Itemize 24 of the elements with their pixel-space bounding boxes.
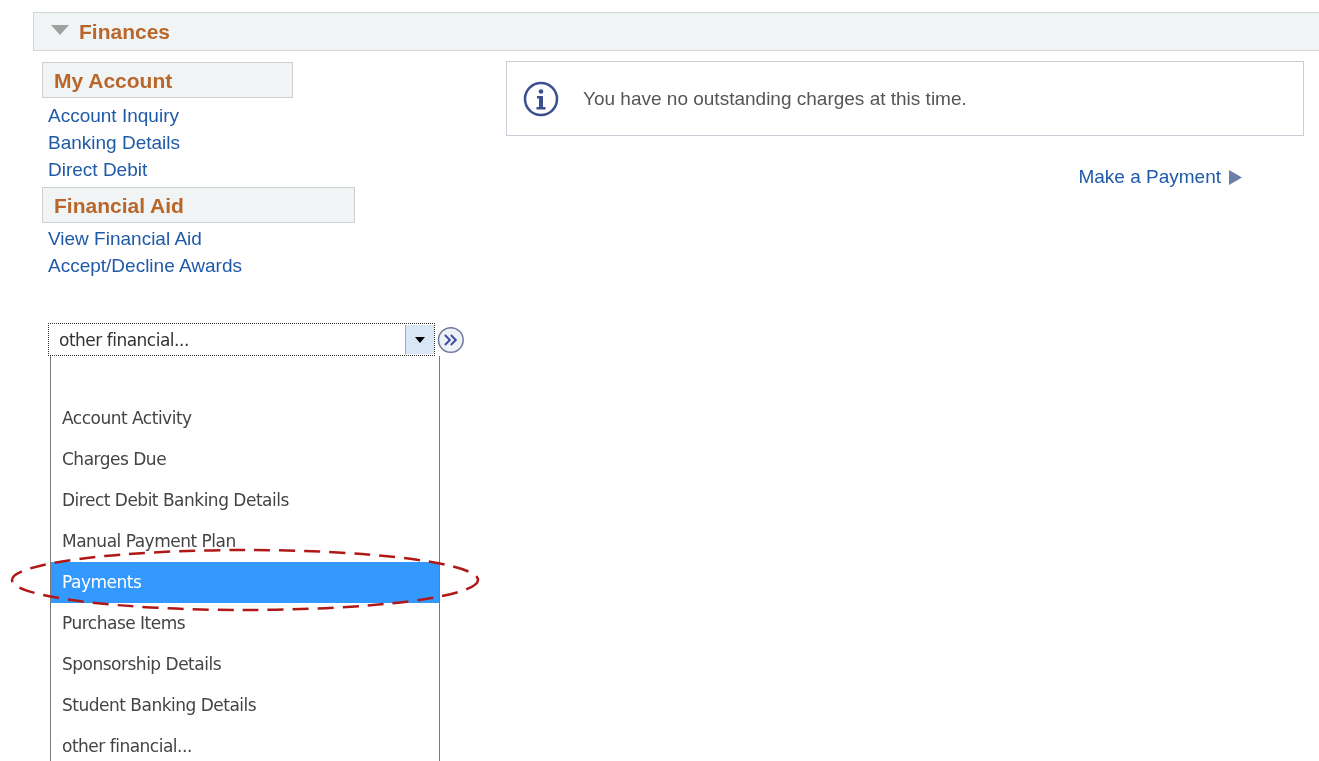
dropdown-option[interactable]: Account Activity xyxy=(51,398,439,439)
play-arrow-icon xyxy=(1229,169,1242,185)
nav-link[interactable]: Direct Debit xyxy=(48,156,148,183)
caret-icon xyxy=(415,336,426,343)
make-payment-link[interactable]: Make a Payment xyxy=(1078,166,1221,188)
nav-link[interactable]: View Financial Aid xyxy=(48,225,202,252)
section-header[interactable]: Finances xyxy=(33,12,1319,51)
nav-link[interactable]: Banking Details xyxy=(48,129,181,156)
go-button-icon[interactable] xyxy=(437,325,465,354)
dropdown-option[interactable]: other financial... xyxy=(51,726,439,761)
section-title: Finances xyxy=(79,19,171,44)
nav-link[interactable]: Account Inquiry xyxy=(48,102,179,129)
dropdown-option[interactable]: Purchase Items xyxy=(51,603,439,644)
info-icon xyxy=(523,80,559,117)
info-message: You have no outstanding charges at this time. xyxy=(583,87,967,110)
dropdown-option[interactable]: Charges Due xyxy=(51,439,439,480)
dropdown-option[interactable]: Student Banking Details xyxy=(51,685,439,726)
group-header: My Account xyxy=(42,62,293,98)
nav-link[interactable]: Accept/Decline Awards xyxy=(48,252,242,279)
dropdown-option[interactable]: Direct Debit Banking Details xyxy=(51,480,439,521)
dropdown-option[interactable]: Manual Payment Plan xyxy=(51,521,439,562)
dropdown-field[interactable]: other financial... xyxy=(48,323,436,356)
dropdown-option[interactable]: Sponsorship Details xyxy=(51,644,439,685)
group-header: Financial Aid xyxy=(42,187,355,223)
